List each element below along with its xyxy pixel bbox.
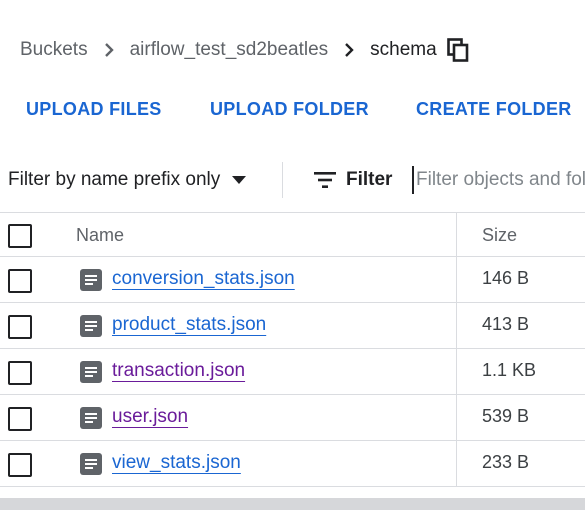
chevron-right-icon	[102, 43, 116, 57]
action-bar: UPLOAD FILES UPLOAD FOLDER CREATE FOLDER	[0, 94, 585, 124]
table-row: product_stats.json 413 B	[0, 303, 585, 349]
caret-down-icon	[232, 176, 247, 184]
filter-label: Filter	[346, 169, 393, 190]
cloud-storage-browser: Buckets airflow_test_sd2beatles schema U…	[0, 0, 585, 510]
column-header-name[interactable]: Name	[76, 213, 124, 258]
document-icon	[80, 269, 102, 291]
column-divider	[456, 441, 457, 486]
filter-input[interactable]	[412, 166, 585, 194]
document-icon	[80, 361, 102, 383]
column-divider	[456, 349, 457, 394]
row-checkbox[interactable]	[8, 361, 32, 385]
table-row: conversion_stats.json 146 B	[0, 257, 585, 303]
objects-table: Name Size conversion_stats.json 146 B pr…	[0, 212, 585, 487]
select-all-checkbox[interactable]	[8, 224, 32, 248]
row-checkbox[interactable]	[8, 269, 32, 293]
filter-mode-label: Filter by name prefix only	[8, 169, 221, 190]
column-header-size[interactable]: Size	[482, 213, 517, 258]
chevron-right-icon	[342, 43, 356, 57]
file-size: 1.1 KB	[482, 360, 537, 380]
file-size: 146 B	[482, 268, 530, 288]
upload-files-button[interactable]: UPLOAD FILES	[26, 94, 162, 124]
document-icon	[80, 407, 102, 429]
column-divider	[456, 257, 457, 302]
divider	[282, 162, 283, 198]
file-link[interactable]: product_stats.json	[112, 314, 266, 338]
document-icon	[80, 315, 102, 337]
copy-icon[interactable]	[446, 38, 469, 62]
table-row: user.json 539 B	[0, 395, 585, 441]
file-size: 539 B	[482, 406, 530, 426]
file-size: 233 B	[482, 452, 530, 472]
create-folder-button[interactable]: CREATE FOLDER	[416, 94, 572, 124]
file-link[interactable]: conversion_stats.json	[112, 268, 295, 292]
file-link[interactable]: user.json	[112, 406, 188, 430]
table-header: Name Size	[0, 212, 585, 257]
row-checkbox[interactable]	[8, 315, 32, 339]
file-link[interactable]: view_stats.json	[112, 452, 241, 476]
breadcrumb-buckets[interactable]: Buckets	[20, 39, 88, 61]
filter-bar: Filter by name prefix only Filter	[0, 160, 585, 200]
breadcrumb-bucket[interactable]: airflow_test_sd2beatles	[130, 39, 329, 61]
file-link[interactable]: transaction.json	[112, 360, 245, 384]
filter-mode-dropdown[interactable]: Filter by name prefix only	[8, 164, 247, 196]
column-divider	[456, 395, 457, 440]
file-size: 413 B	[482, 314, 530, 334]
breadcrumb: Buckets airflow_test_sd2beatles schema	[20, 34, 469, 66]
upload-folder-button[interactable]: UPLOAD FOLDER	[210, 94, 369, 124]
horizontal-scrollbar[interactable]	[0, 498, 585, 510]
row-checkbox[interactable]	[8, 453, 32, 477]
column-divider[interactable]	[456, 213, 457, 256]
filter-lines-icon	[314, 172, 336, 188]
row-checkbox[interactable]	[8, 407, 32, 431]
table-row: view_stats.json 233 B	[0, 441, 585, 487]
document-icon	[80, 453, 102, 475]
breadcrumb-current: schema	[370, 39, 437, 60]
column-divider	[456, 303, 457, 348]
filter-button[interactable]: Filter	[314, 164, 392, 196]
table-row: transaction.json 1.1 KB	[0, 349, 585, 395]
